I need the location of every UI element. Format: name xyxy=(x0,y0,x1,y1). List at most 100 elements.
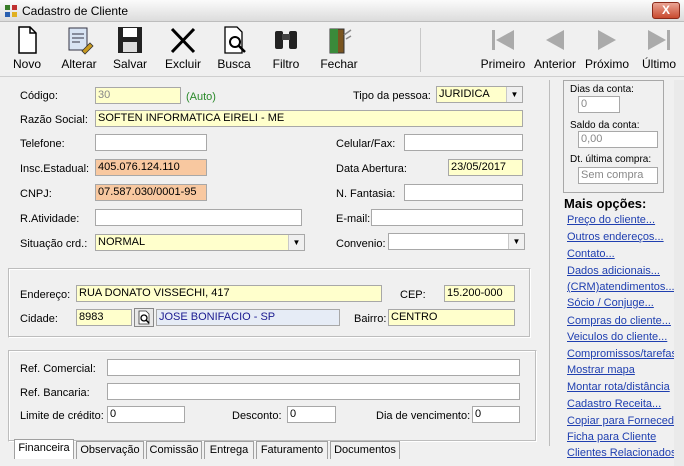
endereco-field[interactable]: RUA DONATO VISSECHI, 417 xyxy=(76,285,382,302)
excluir-button[interactable]: Excluir xyxy=(160,25,206,75)
convenio-select[interactable]: ▼ xyxy=(388,233,525,250)
cadastro-de-cliente-window: { "window":{"title":"Cadastro de Cliente… xyxy=(0,0,684,466)
desconto-label: Desconto: xyxy=(232,410,282,422)
link-copiar-fornecedor[interactable]: Copiar para Fornecedor xyxy=(567,415,684,427)
bairro-label: Bairro: xyxy=(354,313,387,325)
link-preco-cliente[interactable]: Preço do cliente... xyxy=(567,214,655,226)
save-floppy-icon xyxy=(118,27,142,53)
desconto-field[interactable]: 0 xyxy=(287,406,336,423)
fechar-button[interactable]: Fechar xyxy=(318,25,360,75)
scrollbar[interactable] xyxy=(674,80,684,466)
limite-label: Limite de crédito: xyxy=(20,410,104,422)
last-record-icon xyxy=(648,30,670,50)
codigo-field[interactable]: 30 xyxy=(95,87,181,104)
tab-comissao[interactable]: Comissão xyxy=(146,441,202,459)
link-mostrar-mapa[interactable]: Mostrar mapa xyxy=(567,364,635,376)
window-title: Cadastro de Cliente xyxy=(22,4,129,18)
address-group xyxy=(8,268,531,338)
chevron-down-icon[interactable]: ▼ xyxy=(288,235,304,250)
fechar-label: Fechar xyxy=(320,57,358,71)
tab-documentos[interactable]: Documentos xyxy=(330,441,400,459)
magnifier-icon xyxy=(138,310,150,325)
link-cadastro-receita[interactable]: Cadastro Receita... xyxy=(567,398,661,410)
tipo-value: JURIDICA xyxy=(439,88,490,100)
delete-x-icon xyxy=(170,27,196,54)
link-crm-atendimentos[interactable]: (CRM)atendimentos... xyxy=(567,281,675,293)
panel-divider xyxy=(549,80,550,446)
vencimento-field[interactable]: 0 xyxy=(472,406,520,423)
cep-field[interactable]: 15.200-000 xyxy=(444,285,515,302)
busca-button[interactable]: Busca xyxy=(214,25,254,75)
cidade-name-field: JOSE BONIFACIO - SP xyxy=(156,309,340,326)
tipo-select[interactable]: JURIDICA ▼ xyxy=(436,86,523,103)
telefone-field[interactable] xyxy=(95,134,207,151)
primeiro-button[interactable]: Primeiro xyxy=(478,25,528,75)
fantasia-label: N. Fantasia: xyxy=(336,188,396,200)
ultimo-button[interactable]: Último xyxy=(638,25,680,75)
insc-field[interactable]: 405.076.124.110 xyxy=(95,159,207,176)
link-compras-cliente[interactable]: Compras do cliente... xyxy=(567,315,671,327)
cidade-search-button[interactable] xyxy=(134,308,154,327)
close-button[interactable]: X xyxy=(652,2,680,19)
previous-record-icon xyxy=(546,30,564,50)
celular-field[interactable] xyxy=(404,134,523,151)
ultima-field: Sem compra xyxy=(578,167,658,184)
alterar-button[interactable]: Alterar xyxy=(56,25,102,75)
atividade-field[interactable] xyxy=(95,209,302,226)
toolbar-separator xyxy=(420,28,421,72)
situacao-label: Situação crd.: xyxy=(20,238,88,250)
abertura-field[interactable]: 23/05/2017 xyxy=(448,159,523,176)
endereco-label: Endereço: xyxy=(20,289,71,301)
vencimento-label: Dia de vencimento: xyxy=(376,410,471,422)
dias-label: Dias da conta: xyxy=(570,84,634,95)
link-veiculos-cliente[interactable]: Veiculos do cliente... xyxy=(567,331,667,343)
codigo-label: Código: xyxy=(20,90,58,102)
tab-financeira[interactable]: Financeira xyxy=(14,439,74,459)
filtro-label: Filtro xyxy=(272,57,300,71)
email-field[interactable] xyxy=(371,209,523,226)
next-record-icon xyxy=(598,30,616,50)
chevron-down-icon[interactable]: ▼ xyxy=(506,87,522,102)
title-bar: Cadastro de Cliente X xyxy=(0,0,684,22)
link-outros-enderecos[interactable]: Outros endereços... xyxy=(567,231,664,243)
bairro-field[interactable]: CENTRO xyxy=(388,309,515,326)
atividade-label: R.Atividade: xyxy=(20,213,80,225)
ref-bancaria-field[interactable] xyxy=(107,383,520,400)
tab-observacao[interactable]: Observação xyxy=(76,441,144,459)
tab-entrega[interactable]: Entrega xyxy=(204,441,254,459)
novo-button[interactable]: Novo xyxy=(6,25,48,75)
proximo-button[interactable]: Próximo xyxy=(584,25,630,75)
saldo-field: 0,00 xyxy=(578,131,658,148)
link-socio-conjuge[interactable]: Sócio / Conjuge... xyxy=(567,297,654,309)
link-montar-rota[interactable]: Montar rota/distância xyxy=(567,381,670,393)
link-contato[interactable]: Contato... xyxy=(567,248,615,260)
cidade-code-field[interactable]: 8983 xyxy=(76,309,132,326)
fantasia-field[interactable] xyxy=(404,184,523,201)
link-dados-adicionais[interactable]: Dados adicionais... xyxy=(567,265,660,277)
link-compromissos[interactable]: Compromissos/tarefas xyxy=(567,348,677,360)
link-ficha-cliente[interactable]: Ficha para Cliente xyxy=(567,431,656,443)
account-info-panel: Dias da conta: 0 Saldo da conta: 0,00 Dt… xyxy=(563,80,664,193)
telefone-label: Telefone: xyxy=(20,138,65,150)
mais-opcoes-title: Mais opções: xyxy=(564,196,647,211)
cnpj-label: CNPJ: xyxy=(20,188,52,200)
app-icon xyxy=(5,5,17,17)
tab-faturamento[interactable]: Faturamento xyxy=(256,441,328,459)
situacao-select[interactable]: NORMAL ▼ xyxy=(95,234,305,251)
razao-field[interactable]: SOFTEN INFORMATICA EIRELI - ME xyxy=(95,110,523,127)
salvar-button[interactable]: Salvar xyxy=(108,25,152,75)
ref-comercial-field[interactable] xyxy=(107,359,520,376)
filtro-button[interactable]: Filtro xyxy=(266,25,306,75)
tipo-label: Tipo da pessoa: xyxy=(353,90,431,102)
auto-label: (Auto) xyxy=(186,91,216,103)
toolbar: Novo Alterar Salvar Excluir Busca Filtro… xyxy=(0,23,684,77)
anterior-button[interactable]: Anterior xyxy=(532,25,578,75)
convenio-label: Convenio: xyxy=(336,238,386,250)
primeiro-label: Primeiro xyxy=(480,57,526,71)
limite-field[interactable]: 0 xyxy=(107,406,185,423)
busca-label: Busca xyxy=(217,57,251,71)
cnpj-field[interactable]: 07.587.030/0001-95 xyxy=(95,184,207,201)
chevron-down-icon[interactable]: ▼ xyxy=(508,234,524,249)
link-clientes-relacionados[interactable]: Clientes Relacionados xyxy=(567,447,676,459)
alterar-label: Alterar xyxy=(61,57,97,71)
